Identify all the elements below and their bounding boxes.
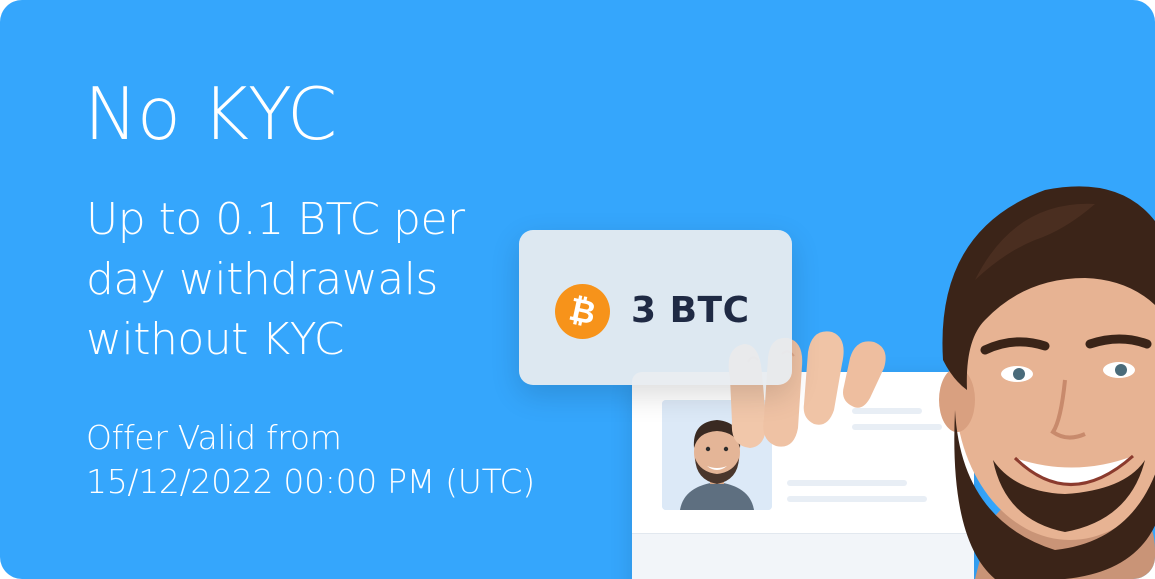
id-text-line (787, 480, 907, 486)
promo-title: No KYC (84, 72, 337, 156)
subtitle-line: Up to 0.1 BTC per (86, 194, 465, 245)
promo-banner[interactable]: No KYC Up to 0.1 BTC per day withdrawals… (0, 0, 1155, 579)
btc-amount: 3 BTC (631, 290, 750, 331)
offer-line: 15/12/2022 00:00 PM (UTC) (86, 462, 535, 501)
promo-subtitle: Up to 0.1 BTC per day withdrawals withou… (86, 190, 526, 370)
subtitle-line: day withdrawals (86, 254, 438, 305)
offer-validity-text: Offer Valid from 15/12/2022 00:00 PM (UT… (86, 416, 535, 504)
btc-balance-card: ₿ 3 BTC (519, 230, 792, 385)
id-text-line (787, 496, 927, 502)
svg-text:₿: ₿ (566, 290, 599, 333)
offer-line: Offer Valid from (86, 418, 342, 457)
smiling-man-photo (939, 186, 1155, 579)
subtitle-line: without KYC (86, 314, 344, 365)
bitcoin-icon: ₿ (555, 284, 610, 339)
